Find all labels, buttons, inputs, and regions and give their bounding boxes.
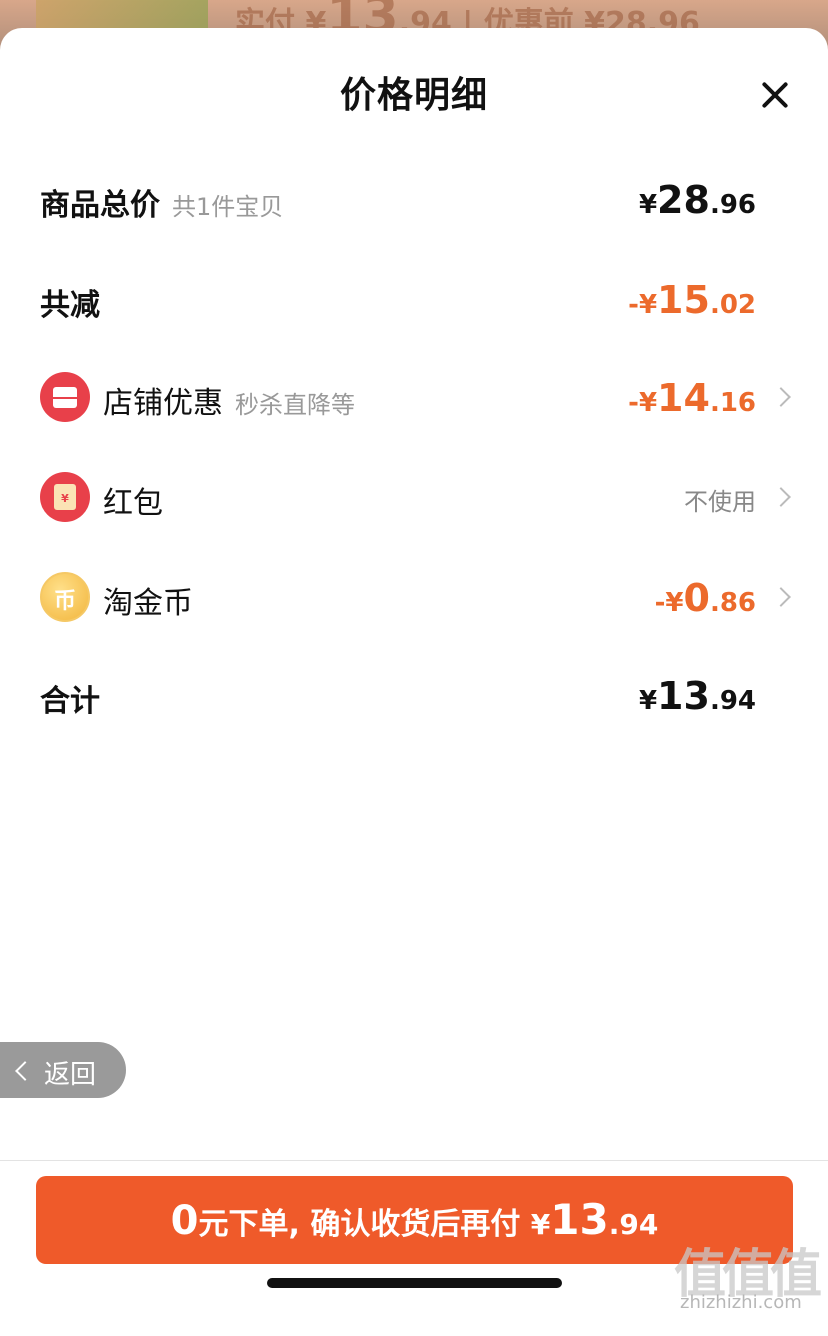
taojinbi-row[interactable]: 币 淘金币 -¥0.86 [0,568,828,628]
sum-label: 合计 [40,684,100,719]
total-discount-row: 共减 -¥15.02 [0,270,828,330]
coin-glyph: 币 [53,589,76,614]
goods-count: 共1件宝贝 [172,193,284,221]
red-envelope-glyph: ¥ [54,484,76,510]
chevron-right-icon [771,487,791,507]
red-envelope-icon: ¥ [40,472,90,522]
cta-amount-int: 13 [550,1195,609,1244]
store-discount-row[interactable]: 店铺优惠 秒杀直降等 -¥14.16 [0,368,828,428]
red-packet-value: 不使用 [684,488,756,516]
taojinbi-label: 淘金币 [103,586,193,621]
store-discount-sub: 秒杀直降等 [235,391,355,419]
back-button[interactable]: 返回 [0,1042,126,1098]
chevron-left-icon [15,1061,35,1081]
total-discount-amount: -¥15.02 [628,278,756,322]
amount-dec: .96 [709,190,756,220]
home-indicator [267,1278,562,1288]
currency-symbol: -¥ [654,588,684,618]
currency-symbol: -¥ [628,388,658,418]
watermark: 值值值 zhizhizhi.com [672,1222,828,1332]
currency-symbol: ¥ [638,686,658,716]
red-packet-label: 红包 [103,486,163,521]
amount-dec: .86 [709,588,756,618]
divider [0,1160,828,1161]
chevron-right-icon [771,587,791,607]
goods-total-label: 商品总价 [40,188,160,223]
amount-dec: .16 [709,388,756,418]
taojinbi-amount: -¥0.86 [655,576,756,620]
coin-icon: 币 [40,572,90,622]
total-discount-label: 共减 [40,288,100,323]
amount-int: 13 [657,674,710,718]
store-discount-label: 店铺优惠 [103,386,223,421]
close-icon[interactable] [756,76,796,116]
back-button-label: 返回 [44,1060,97,1090]
currency-symbol: ¥ [638,190,658,220]
goods-total-row: 商品总价 共1件宝贝 ¥28.96 [0,170,828,230]
chevron-right-icon [771,387,791,407]
amount-int: 0 [683,576,710,620]
sum-row: 合计 ¥13.94 [0,666,828,726]
amount-int: 14 [657,376,710,420]
sum-amount: ¥13.94 [639,674,756,718]
amount-int: 15 [657,278,710,322]
watermark-url: zhizhizhi.com [680,1292,802,1313]
amount-int: 28 [657,178,710,222]
currency-symbol: -¥ [628,290,658,320]
cta-currency: ¥ [530,1208,551,1241]
red-packet-row[interactable]: ¥ 红包 不使用 [0,468,828,528]
cta-text: 元下单, 确认收货后再付 [198,1207,531,1242]
amount-dec: .94 [709,686,756,716]
goods-total-amount: ¥28.96 [639,178,756,222]
cta-amount-dec: .94 [608,1208,659,1241]
store-discount-amount: -¥14.16 [628,376,756,420]
cta-zero: 0 [170,1198,199,1244]
amount-dec: .02 [709,290,756,320]
price-detail-sheet: 价格明细 商品总价 共1件宝贝 ¥28.96 共减 -¥15.02 店铺优惠 秒杀直… [0,28,828,1336]
store-icon [40,372,90,422]
sheet-title: 价格明细 [339,75,488,116]
